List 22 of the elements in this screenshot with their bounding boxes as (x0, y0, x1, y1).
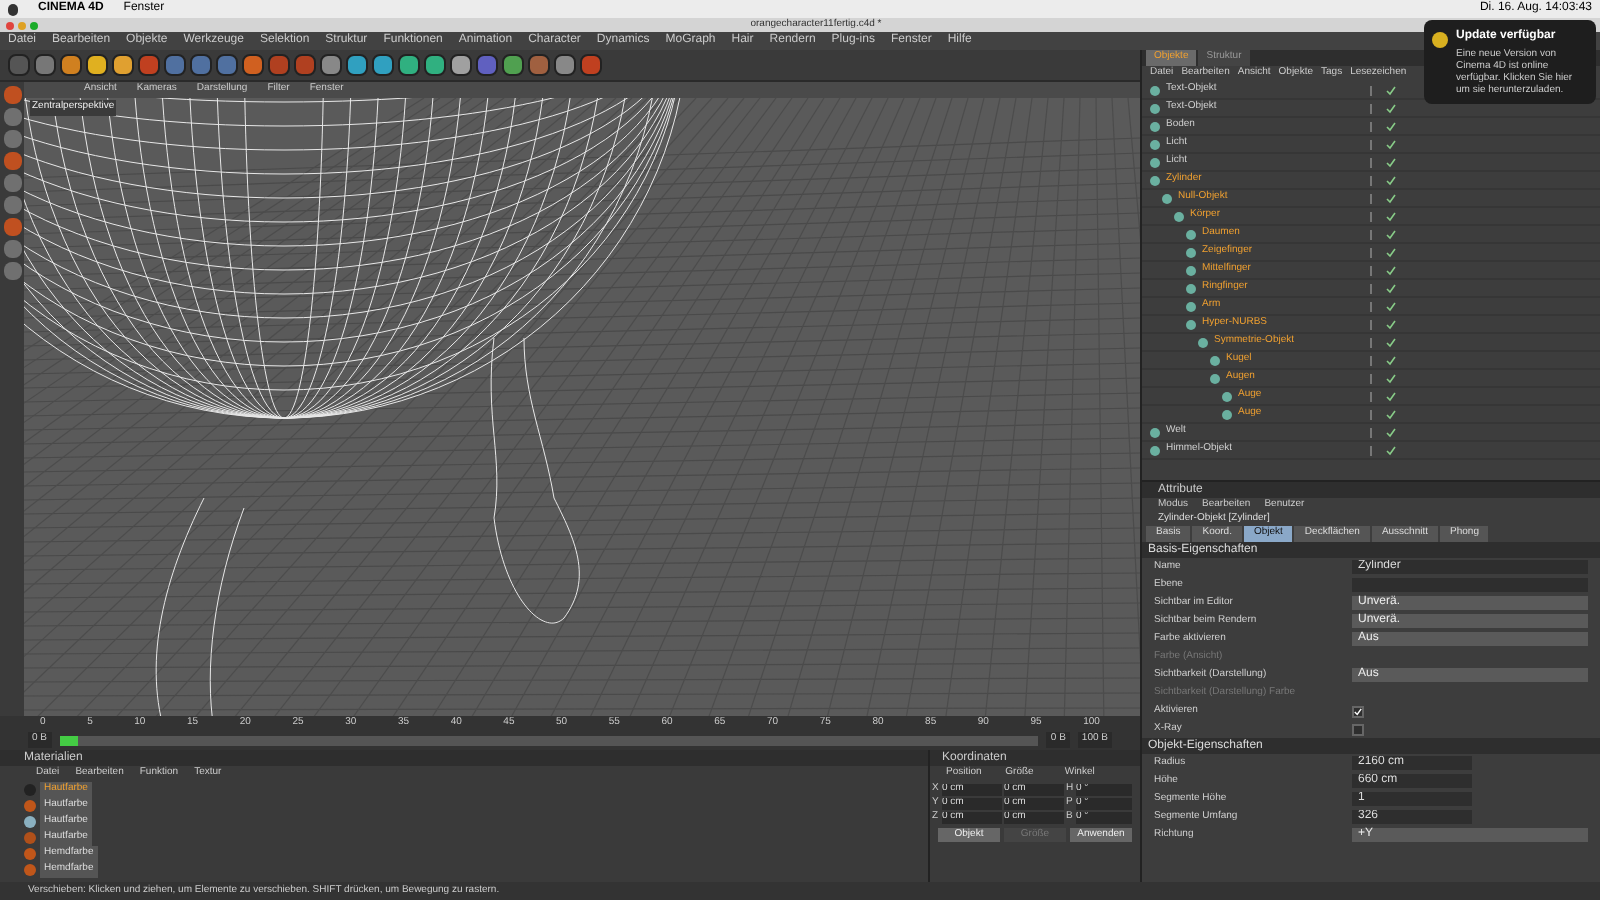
tool-button[interactable] (34, 54, 56, 76)
tool-button[interactable] (372, 54, 394, 76)
playhead[interactable] (59, 735, 79, 745)
tool-button[interactable] (502, 54, 524, 76)
warning-icon (1432, 32, 1448, 48)
tool-button[interactable] (398, 54, 420, 76)
tool-button[interactable] (528, 54, 550, 76)
tool-button[interactable] (450, 54, 472, 76)
tool-button[interactable] (112, 54, 134, 76)
range-track[interactable] (59, 735, 1039, 745)
tool-button[interactable] (554, 54, 576, 76)
checkbox[interactable] (1352, 723, 1364, 735)
apple-icon[interactable] (8, 3, 18, 15)
close-button[interactable] (6, 21, 14, 29)
checkbox[interactable] (1352, 705, 1364, 717)
tool-button[interactable] (424, 54, 446, 76)
tool-button[interactable] (320, 54, 342, 76)
tool-button[interactable] (242, 54, 264, 76)
tool-button[interactable] (86, 54, 108, 76)
zoom-button[interactable] (30, 21, 38, 29)
tool-button[interactable] (346, 54, 368, 76)
tool-button[interactable] (60, 54, 82, 76)
